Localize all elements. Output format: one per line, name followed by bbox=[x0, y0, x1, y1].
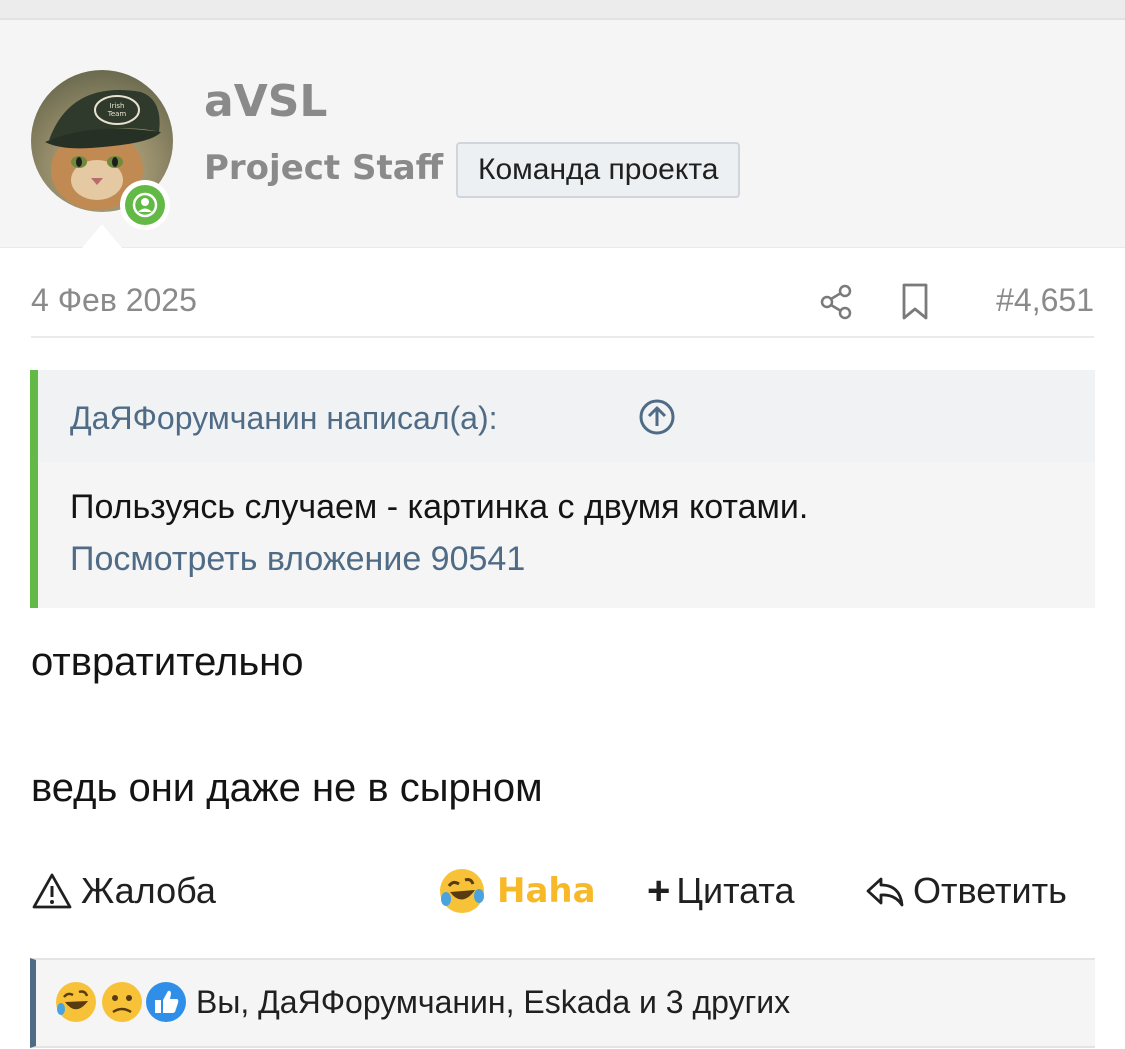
warning-icon bbox=[32, 873, 72, 909]
like-emoji-icon bbox=[146, 982, 186, 1022]
quote-label: Цитата bbox=[676, 870, 795, 911]
user-title: Project Staff bbox=[204, 148, 444, 188]
post-date[interactable]: 4 Фев 2025 bbox=[31, 282, 197, 319]
svg-text:Irish: Irish bbox=[110, 102, 125, 110]
plus-icon: + bbox=[647, 868, 671, 913]
report-button[interactable]: Жалоба bbox=[31, 866, 216, 916]
user-banner: Команда проекта bbox=[456, 142, 741, 198]
online-status-icon bbox=[120, 180, 170, 230]
reply-label: Ответить bbox=[913, 870, 1067, 911]
reply-button[interactable]: Ответить bbox=[863, 866, 1067, 916]
post-actions: Жалоба Haha + Цитата Ответить bbox=[31, 866, 1094, 916]
attachment-link[interactable]: Посмотреть вложение 90541 bbox=[70, 540, 525, 579]
post-meta: 4 Фев 2025 #4,651 bbox=[31, 282, 1094, 338]
reactions-summary[interactable]: Вы, ДаЯФорумчанин, Eskada и 3 других bbox=[196, 984, 790, 1021]
username[interactable]: aVSL bbox=[204, 76, 327, 127]
post-author-header: Irish Team aVSL Project Staff Команда пр… bbox=[0, 20, 1125, 248]
post-body-line: отвратительно bbox=[31, 640, 304, 684]
quote-block: ДаЯФорумчанин написал(а): Пользуясь случ… bbox=[30, 370, 1095, 608]
post-body-line: ведь они даже не в сырном bbox=[31, 766, 543, 810]
sad-emoji-icon bbox=[102, 982, 142, 1022]
reply-icon bbox=[866, 877, 904, 907]
quote-author[interactable]: ДаЯФорумчанин написал(а): bbox=[70, 400, 498, 437]
bookmark-icon[interactable] bbox=[899, 282, 931, 322]
header-pointer bbox=[82, 224, 122, 248]
laughing-emoji-icon bbox=[56, 982, 96, 1022]
quote-header: ДаЯФорумчанин написал(а): bbox=[38, 370, 1095, 462]
quote-text: Пользуясь случаем - картинка с двумя кот… bbox=[70, 488, 809, 526]
share-icon[interactable] bbox=[817, 282, 857, 322]
post-number[interactable]: #4,651 bbox=[996, 282, 1094, 319]
top-bar bbox=[0, 0, 1125, 20]
arrow-up-circle-icon[interactable] bbox=[638, 398, 676, 436]
quote-button[interactable]: + Цитата bbox=[647, 866, 795, 916]
reaction-button[interactable]: Haha bbox=[437, 866, 596, 916]
laughing-emoji-icon bbox=[440, 869, 484, 913]
reactions-bar[interactable]: Вы, ДаЯФорумчанин, Eskada и 3 других bbox=[30, 958, 1095, 1048]
svg-text:Team: Team bbox=[107, 110, 127, 118]
report-label: Жалоба bbox=[81, 870, 216, 911]
reaction-label: Haha bbox=[497, 871, 596, 911]
